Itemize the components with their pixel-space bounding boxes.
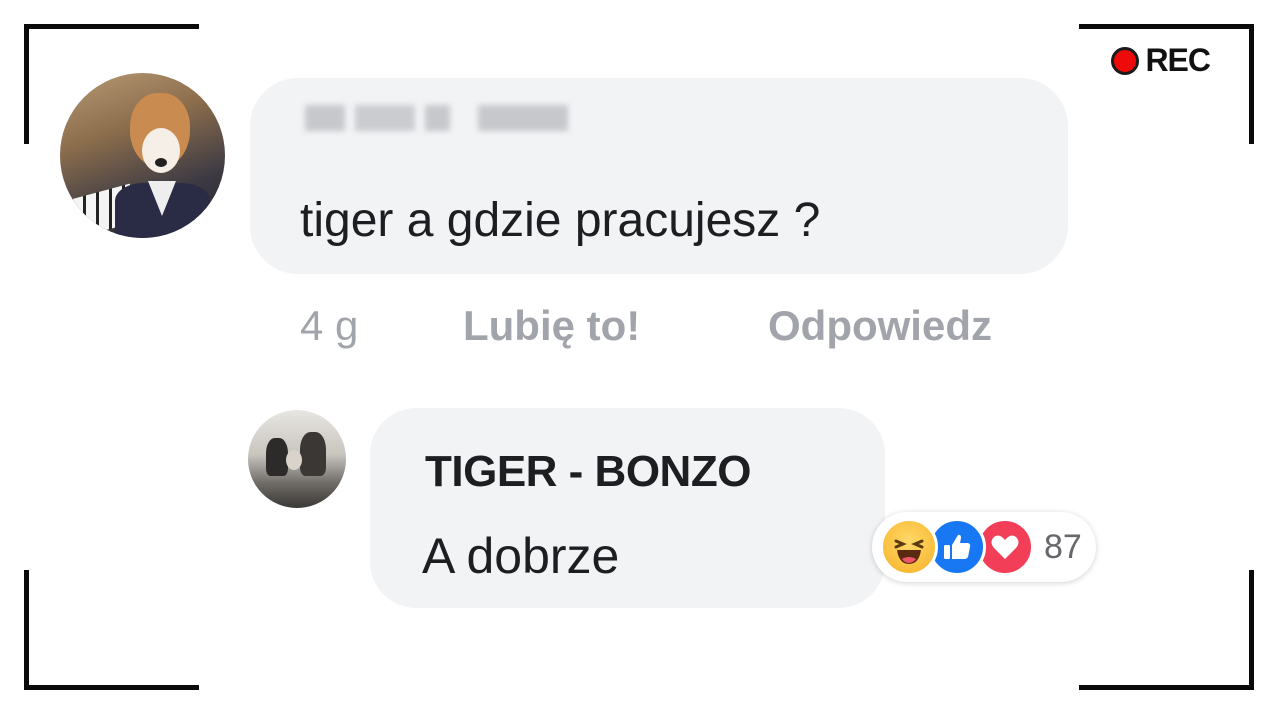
reply-avatar[interactable] — [248, 410, 346, 508]
rec-label: REC — [1145, 42, 1211, 78]
reply-author-name[interactable]: TIGER - BONZO — [425, 447, 751, 497]
comment-timestamp[interactable]: 4 g — [300, 302, 358, 350]
rec-indicator: REC — [1111, 42, 1211, 79]
viewfinder-corner-bottom-left — [24, 570, 199, 690]
rec-dot-icon — [1111, 46, 1140, 75]
like-button[interactable]: Lubię to! — [463, 302, 640, 350]
commenter-name-blurred[interactable] — [305, 105, 568, 131]
viewfinder-corner-bottom-right — [1079, 570, 1254, 690]
haha-icon — [880, 518, 938, 576]
reactions-summary[interactable]: 87 — [872, 512, 1096, 582]
reply-text: A dobrze — [422, 528, 620, 584]
commenter-avatar[interactable] — [60, 73, 225, 238]
reply-button[interactable]: Odpowiedz — [768, 302, 992, 350]
comment-text: tiger a gdzie pracujesz ? — [300, 194, 821, 247]
reaction-count: 87 — [1044, 527, 1082, 566]
